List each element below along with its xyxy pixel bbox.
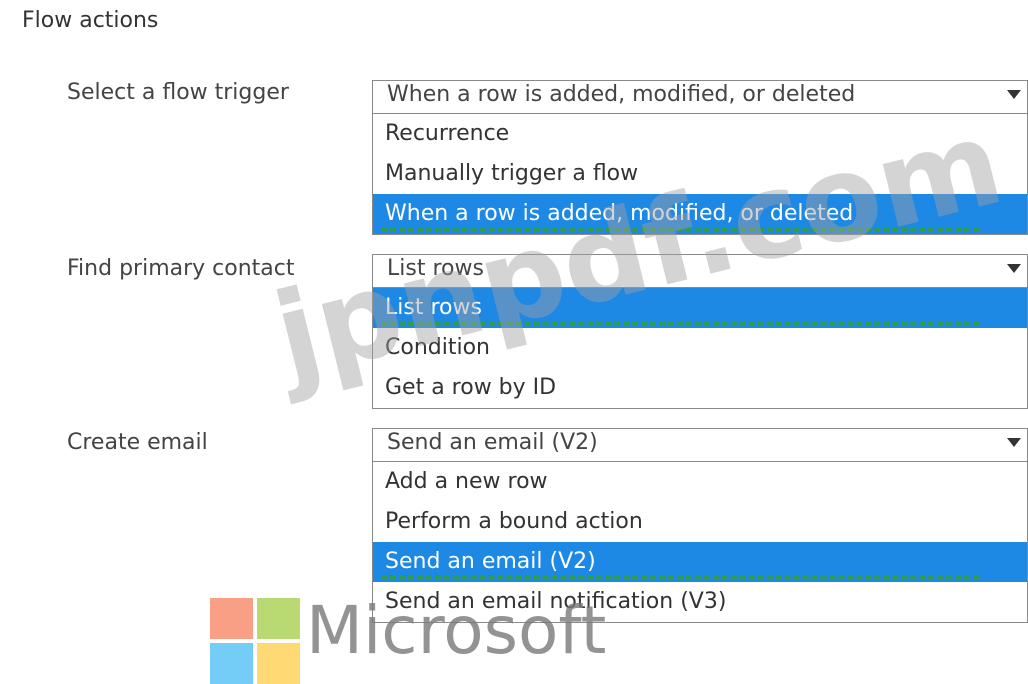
logo-square-green	[257, 598, 300, 639]
dropdown-option-selected[interactable]: When a row is added, modified, or delete…	[373, 194, 1027, 234]
field-label-flow-trigger: Select a flow trigger	[67, 80, 289, 105]
dropdown-option[interactable]: Get a row by ID	[373, 368, 1027, 408]
logo-square-yellow	[257, 643, 300, 684]
dropdown-option[interactable]: Manually trigger a flow	[373, 154, 1027, 194]
logo-square-blue	[210, 643, 253, 684]
primary-contact-select-value: List rows	[387, 256, 484, 281]
dropdown-option[interactable]: Recurrence	[373, 114, 1027, 154]
dropdown-option[interactable]: Perform a bound action	[373, 502, 1027, 542]
primary-contact-select[interactable]: List rows	[372, 254, 1028, 288]
create-email-select[interactable]: Send an email (V2)	[372, 428, 1028, 462]
section-title: Flow actions	[22, 8, 159, 33]
logo-square-red	[210, 598, 253, 639]
field-label-create-email: Create email	[67, 430, 208, 455]
primary-contact-dropdown-list: List rows Condition Get a row by ID	[372, 288, 1028, 409]
flow-trigger-dropdown-list: Recurrence Manually trigger a flow When …	[372, 114, 1028, 235]
flow-trigger-select[interactable]: When a row is added, modified, or delete…	[372, 80, 1028, 114]
caret-down-icon[interactable]	[1007, 438, 1021, 447]
microsoft-wordmark: Microsoft	[306, 592, 607, 669]
dropdown-option[interactable]: Add a new row	[373, 462, 1027, 502]
create-email-select-value: Send an email (V2)	[387, 430, 598, 455]
dropdown-option-selected[interactable]: List rows	[373, 288, 1027, 328]
microsoft-logo-icon	[210, 598, 300, 684]
caret-down-icon[interactable]	[1007, 90, 1021, 99]
caret-down-icon[interactable]	[1007, 264, 1021, 273]
flow-trigger-select-value: When a row is added, modified, or delete…	[387, 82, 856, 107]
field-label-primary-contact: Find primary contact	[67, 256, 295, 281]
dropdown-option[interactable]: Condition	[373, 328, 1027, 368]
dropdown-option-selected[interactable]: Send an email (V2)	[373, 542, 1027, 582]
